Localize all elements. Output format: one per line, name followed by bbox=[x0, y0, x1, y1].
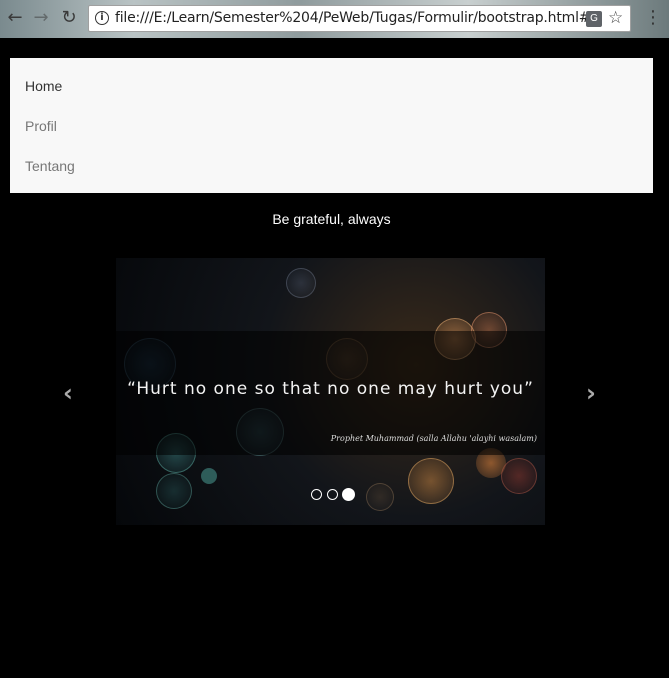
bokeh-light bbox=[501, 458, 537, 494]
carousel-indicator-2[interactable] bbox=[327, 489, 338, 500]
carousel-quote: “Hurt no one so that no one may hurt you… bbox=[127, 379, 534, 399]
chevron-right-icon[interactable]: › bbox=[586, 381, 596, 405]
translate-icon[interactable]: G bbox=[586, 11, 602, 27]
star-icon[interactable]: ☆ bbox=[608, 8, 623, 28]
info-icon[interactable]: i bbox=[95, 11, 109, 25]
back-arrow-icon[interactable]: ← bbox=[4, 7, 26, 29]
bokeh-light bbox=[286, 268, 316, 298]
carousel-slide-image: “Hurt no one so that no one may hurt you… bbox=[116, 258, 545, 525]
kebab-menu-icon[interactable]: ⋮ bbox=[644, 8, 662, 28]
bokeh-light bbox=[201, 468, 217, 484]
forward-arrow-icon[interactable]: → bbox=[30, 7, 52, 29]
carousel-indicator-1[interactable] bbox=[311, 489, 322, 500]
carousel-indicator-3[interactable] bbox=[342, 488, 355, 501]
navbar: Home Profil Tentang bbox=[10, 58, 653, 193]
bokeh-light bbox=[156, 473, 192, 509]
carousel-attribution: Prophet Muhammad (salla Allahu 'alayhi w… bbox=[330, 434, 537, 443]
bokeh-light bbox=[366, 483, 394, 511]
address-bar[interactable]: i file:///E:/Learn/Semester%204/PeWeb/Tu… bbox=[88, 5, 631, 32]
nav-item-tentang[interactable]: Tentang bbox=[25, 158, 75, 174]
browser-toolbar: ← → ↻ i file:///E:/Learn/Semester%204/Pe… bbox=[0, 0, 669, 38]
nav-item-profil[interactable]: Profil bbox=[25, 118, 57, 134]
bokeh-light bbox=[408, 458, 454, 504]
reload-icon[interactable]: ↻ bbox=[58, 7, 80, 29]
url-text[interactable]: file:///E:/Learn/Semester%204/PeWeb/Tuga… bbox=[115, 10, 591, 26]
nav-item-home[interactable]: Home bbox=[25, 78, 62, 94]
tagline: Be grateful, always bbox=[272, 211, 391, 227]
chevron-left-icon[interactable]: ‹ bbox=[63, 381, 73, 405]
